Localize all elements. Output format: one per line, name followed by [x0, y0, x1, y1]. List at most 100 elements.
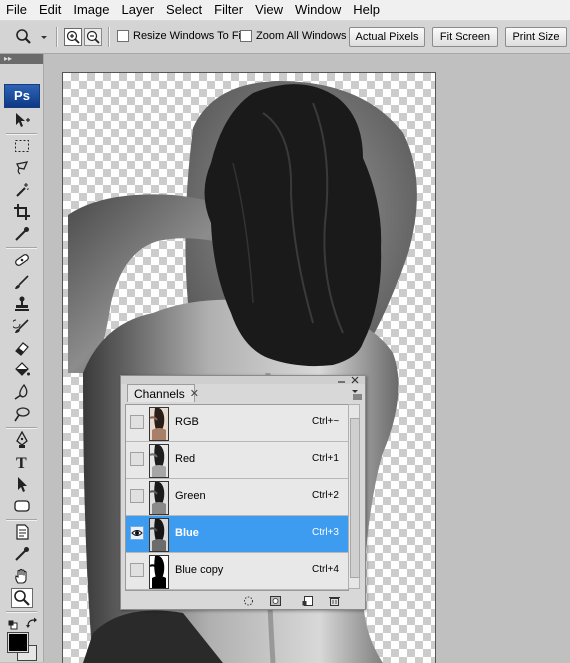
history-brush-icon [13, 319, 29, 333]
brush-tool[interactable] [11, 272, 33, 292]
eyedropper-icon [15, 227, 29, 241]
visibility-toggle[interactable] [130, 563, 144, 577]
svg-text:T: T [16, 455, 27, 471]
lasso-tool[interactable] [11, 158, 33, 178]
channel-shortcut: Ctrl+4 [312, 564, 339, 575]
channel-name: RGB [175, 416, 199, 428]
visibility-toggle[interactable] [130, 489, 144, 503]
divider [6, 611, 37, 613]
paint-bucket-tool[interactable] [11, 360, 33, 380]
visibility-toggle[interactable] [130, 526, 144, 540]
move-icon [16, 113, 30, 127]
channel-row-rgb[interactable]: RGB Ctrl+~ [126, 405, 348, 442]
fit-screen-button[interactable]: Fit Screen [432, 27, 498, 47]
channel-thumbnail [149, 407, 169, 441]
marquee-tool[interactable] [11, 136, 33, 156]
divider [6, 427, 37, 429]
channel-row-green[interactable]: Green Ctrl+2 [126, 479, 348, 516]
path-selection-tool[interactable] [11, 474, 33, 494]
crop-icon [14, 204, 30, 220]
divider [6, 133, 37, 135]
tool-preset-picker[interactable] [14, 28, 48, 46]
load-selection-button[interactable] [243, 595, 254, 606]
magic-wand-icon [16, 183, 29, 197]
visibility-toggle[interactable] [130, 452, 144, 466]
channels-tab-label: Channels [134, 386, 185, 401]
resize-windows-checkbox[interactable]: Resize Windows To Fit [117, 30, 244, 42]
options-bar: Resize Windows To Fit Zoom All Windows A… [0, 21, 570, 54]
menu-layer[interactable]: Layer [116, 0, 161, 20]
swap-colors-button[interactable] [26, 617, 38, 629]
print-size-button[interactable]: Print Size [505, 27, 567, 47]
move-tool[interactable] [11, 110, 33, 130]
type-tool[interactable]: T [11, 452, 33, 472]
channel-name: Blue [175, 527, 199, 539]
zoom-all-windows-checkbox[interactable]: Zoom All Windows [240, 30, 346, 42]
pen-tool[interactable] [11, 430, 33, 450]
path-selection-icon [18, 477, 27, 492]
visibility-toggle[interactable] [130, 415, 144, 429]
channel-row-red[interactable]: Red Ctrl+1 [126, 442, 348, 479]
trash-icon [329, 597, 340, 606]
channels-list: RGB Ctrl+~ Red Ctrl+1 Green Ctrl+2 Blue … [125, 404, 349, 591]
hand-icon [15, 568, 27, 584]
default-colors-button[interactable] [8, 619, 18, 630]
panel-window-controls[interactable] [337, 376, 361, 386]
zoom-in-button[interactable] [64, 28, 82, 46]
divider [56, 27, 58, 47]
zoom-in-icon [66, 30, 80, 44]
note-icon [16, 524, 29, 540]
channel-row-blue[interactable]: Blue Ctrl+3 [126, 516, 348, 553]
dodge-tool[interactable] [11, 404, 33, 424]
delete-channel-button[interactable] [329, 595, 340, 606]
panel-title-bar[interactable] [121, 376, 365, 384]
eyedropper-tool[interactable] [11, 224, 33, 244]
channel-row-blue-copy[interactable]: Blue copy Ctrl+4 [126, 553, 348, 590]
channels-scrollbar[interactable] [348, 404, 360, 589]
zoom-icon [14, 590, 30, 606]
sampler-eyedropper-tool[interactable] [11, 544, 33, 564]
menu-edit[interactable]: Edit [33, 0, 67, 20]
shape-tool[interactable] [11, 496, 33, 516]
minimize-close-icon [338, 376, 359, 384]
close-tab-icon[interactable]: ✕ [190, 385, 199, 403]
zoom-tool[interactable] [11, 588, 33, 608]
crop-tool[interactable] [11, 202, 33, 222]
new-channel-button[interactable] [302, 595, 313, 606]
menu-window[interactable]: Window [289, 0, 347, 20]
checkbox-box[interactable] [117, 30, 129, 42]
clone-stamp-tool[interactable] [11, 294, 33, 314]
menu-image[interactable]: Image [67, 0, 115, 20]
foreground-color-swatch[interactable] [7, 632, 29, 653]
zoom-out-button[interactable] [84, 28, 102, 46]
actual-pixels-button[interactable]: Actual Pixels [349, 27, 425, 47]
menu-file[interactable]: File [0, 0, 33, 20]
history-brush-tool[interactable] [11, 316, 33, 336]
menu-select[interactable]: Select [160, 0, 208, 20]
menu-bar: File Edit Image Layer Select Filter View… [0, 0, 570, 21]
divider [6, 519, 37, 521]
menu-filter[interactable]: Filter [208, 0, 249, 20]
menu-help[interactable]: Help [347, 0, 386, 20]
menu-view[interactable]: View [249, 0, 289, 20]
tab-channels[interactable]: Channels ✕ [127, 384, 199, 402]
ps-logo: Ps [4, 84, 40, 108]
eye-icon [131, 530, 143, 536]
rounded-rectangle-icon [14, 500, 30, 512]
divider [108, 27, 110, 47]
lasso-icon [16, 161, 29, 175]
eraser-tool[interactable] [11, 338, 33, 358]
scrollbar-thumb[interactable] [350, 418, 360, 578]
save-selection-button[interactable] [270, 595, 281, 606]
healing-brush-tool[interactable] [11, 250, 33, 270]
notes-tool[interactable] [11, 522, 33, 542]
panel-menu-button[interactable] [352, 389, 362, 400]
magic-wand-tool[interactable] [11, 180, 33, 200]
pen-icon [16, 431, 28, 448]
panel-menu-icon [352, 390, 362, 400]
hand-tool[interactable] [11, 566, 33, 586]
checkbox-box[interactable] [240, 30, 252, 42]
blur-tool[interactable] [11, 382, 33, 402]
toolbox-collapse-header[interactable]: ▸▸ [0, 54, 43, 64]
channel-name: Blue copy [175, 564, 224, 576]
